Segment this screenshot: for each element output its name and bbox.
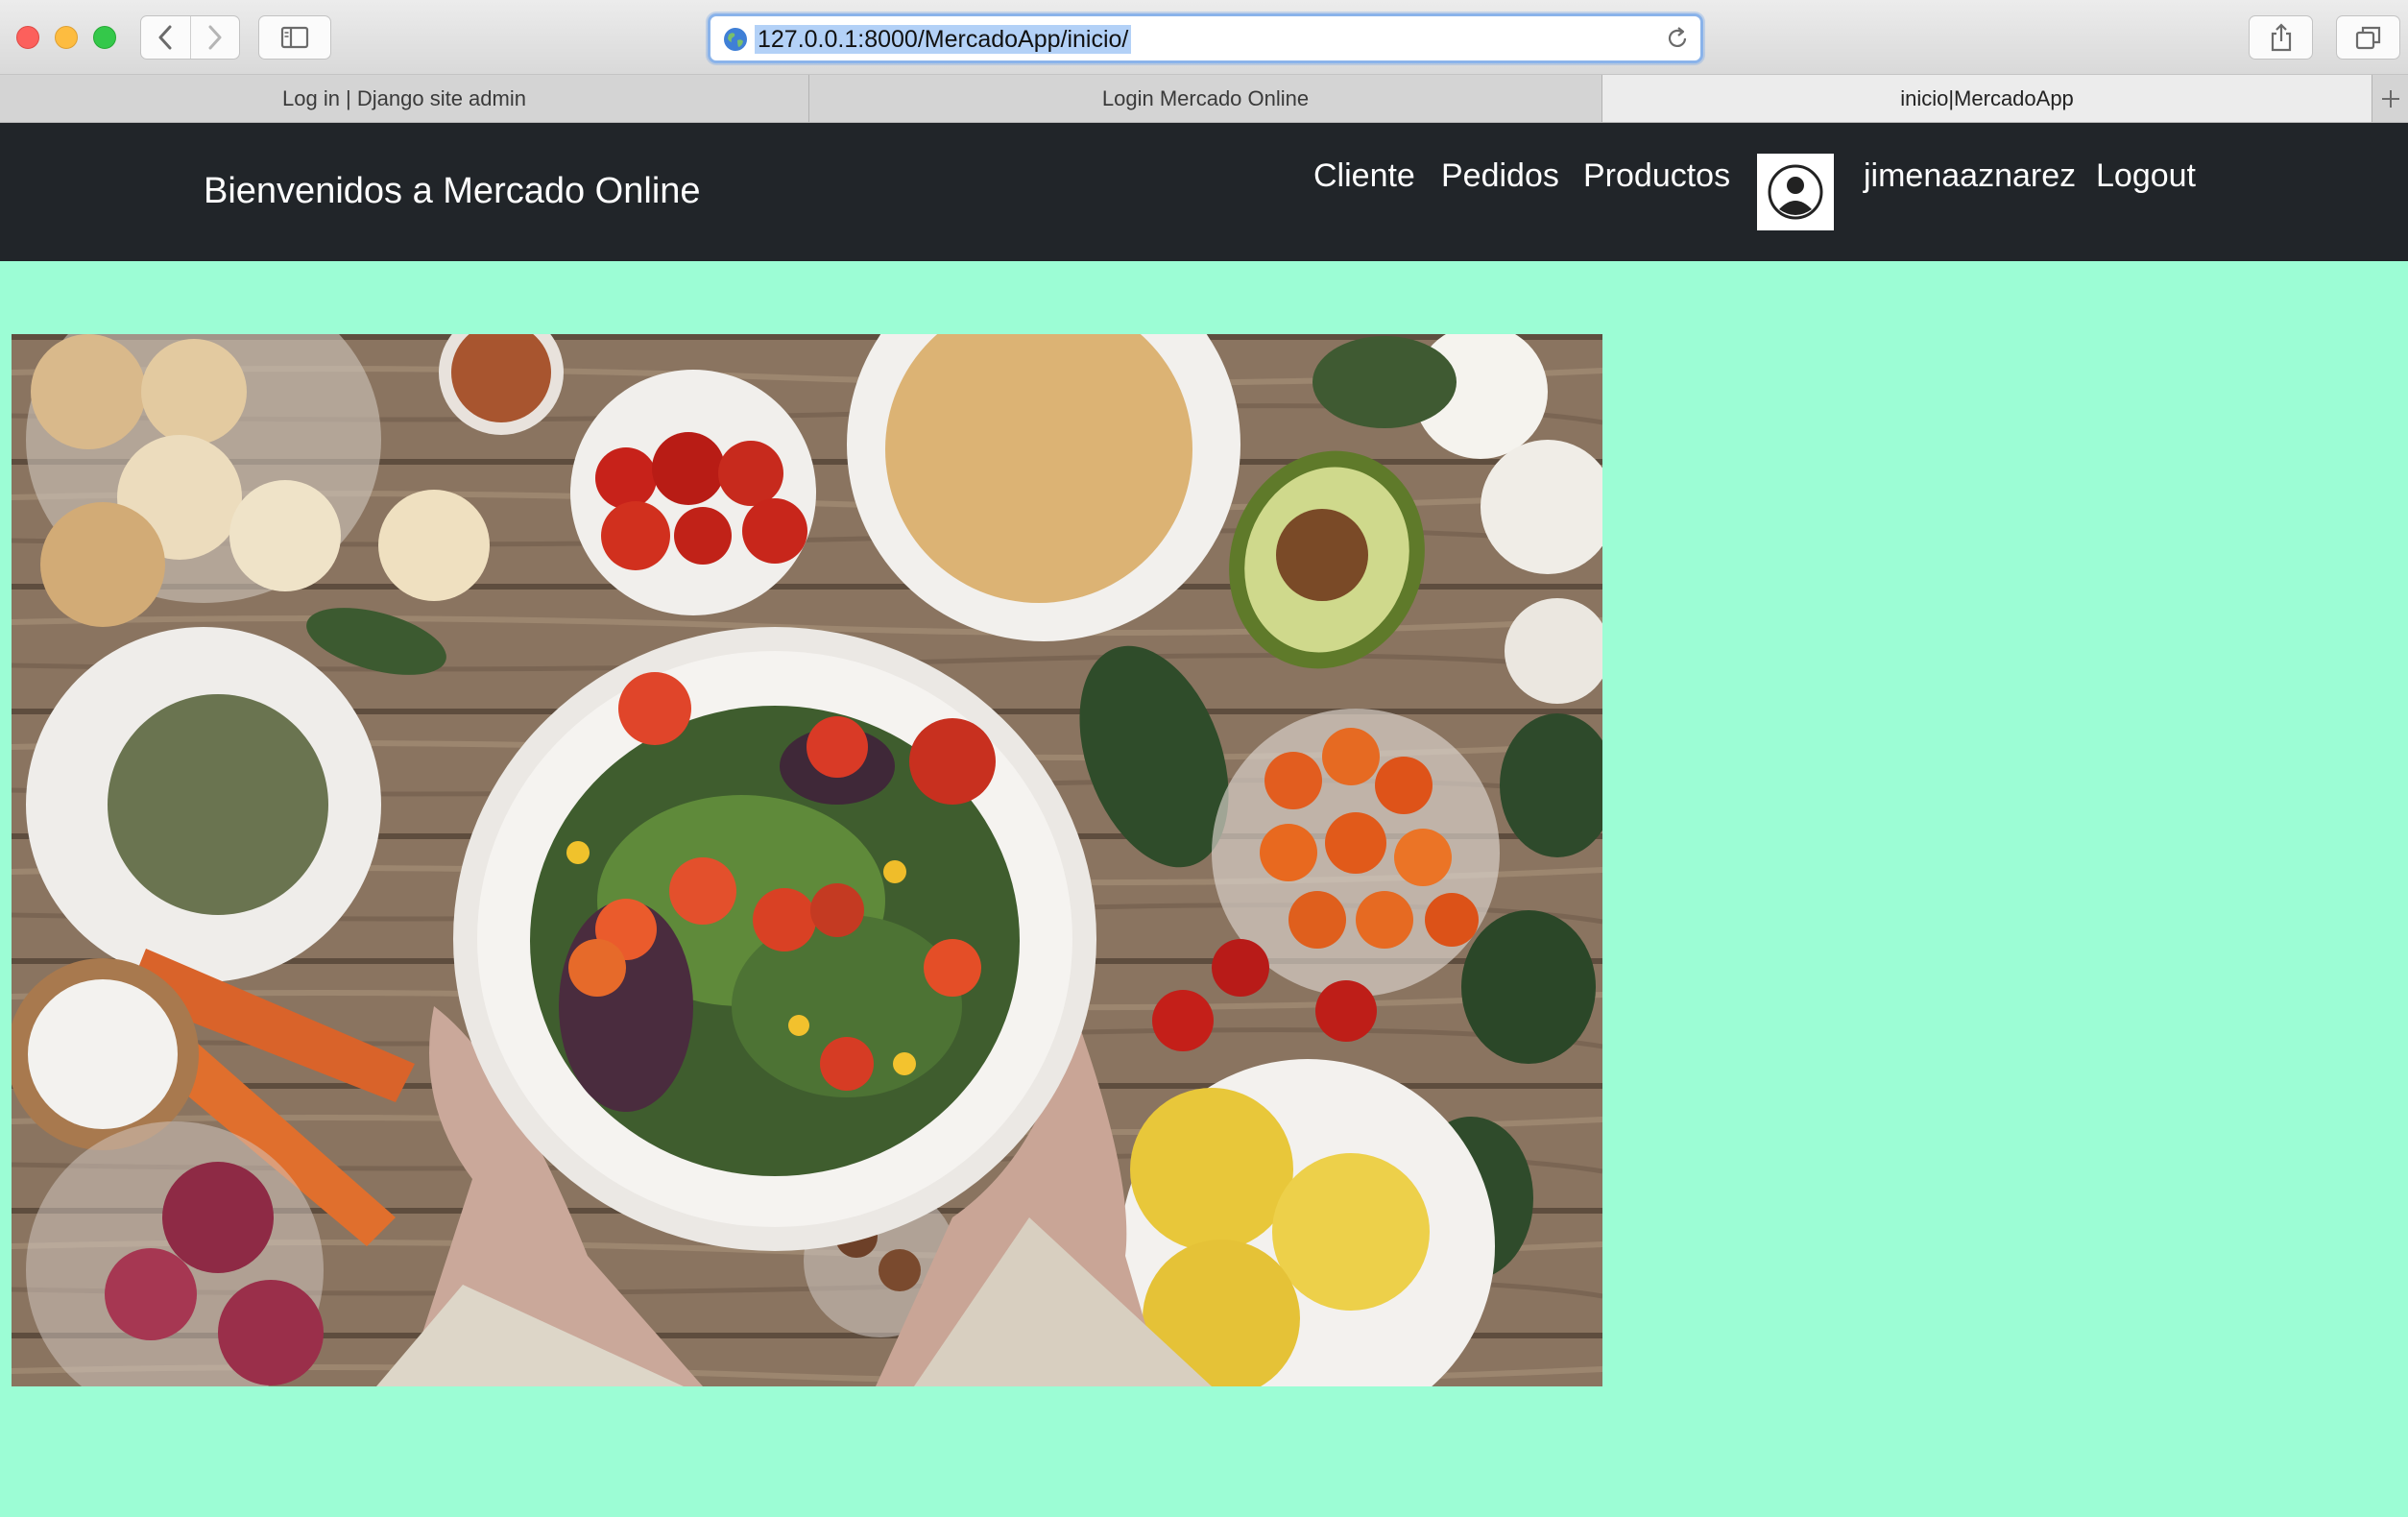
tabs-overview-icon <box>2355 26 2380 50</box>
forward-icon <box>208 25 222 50</box>
tab-login-mercado[interactable]: Login Mercado Online <box>809 75 1602 122</box>
tab-label: Log in | Django site admin <box>282 85 526 110</box>
forward-button[interactable] <box>189 16 240 59</box>
back-icon <box>158 25 172 50</box>
tab-label: inicio|MercadoApp <box>1900 85 2074 110</box>
tab-bar: Log in | Django site admin Login Mercado… <box>0 75 2408 123</box>
user-avatar-icon <box>1768 164 1823 220</box>
url-text[interactable]: 127.0.0.1:8000/MercadoApp/inicio/ <box>755 25 1132 54</box>
globe-icon <box>724 28 747 51</box>
avatar[interactable] <box>1757 154 1834 230</box>
history-nav <box>140 15 240 60</box>
nav-link-productos[interactable]: Productos <box>1583 157 1730 195</box>
minimize-window-button[interactable] <box>55 26 78 49</box>
tab-overview-button[interactable] <box>2336 15 2400 60</box>
tab-django-admin[interactable]: Log in | Django site admin <box>0 75 809 122</box>
nav-link-logout[interactable]: Logout <box>2096 157 2196 195</box>
nav-link-pedidos[interactable]: Pedidos <box>1441 157 1559 195</box>
tab-inicio-active[interactable]: inicio|MercadoApp <box>1602 75 2372 122</box>
site-navbar: Bienvenidos a Mercado Online Cliente Ped… <box>0 123 2408 261</box>
back-button[interactable] <box>141 16 190 59</box>
zoom-window-button[interactable] <box>93 26 116 49</box>
new-tab-icon <box>2381 89 2399 108</box>
nav-link-cliente[interactable]: Cliente <box>1313 157 1415 195</box>
nav-username[interactable]: jimenaaznarez <box>1864 157 2076 195</box>
browser-toolbar: 127.0.0.1:8000/MercadoApp/inicio/ <box>0 0 2408 75</box>
sidebar-toggle-button[interactable] <box>258 15 331 60</box>
share-button[interactable] <box>2249 15 2313 60</box>
new-tab-button[interactable] <box>2372 75 2408 122</box>
salad-photo <box>12 334 1602 1386</box>
tab-label: Login Mercado Online <box>1101 85 1310 110</box>
sidebar-icon <box>280 26 309 49</box>
site-brand[interactable]: Bienvenidos a Mercado Online <box>204 171 701 212</box>
close-window-button[interactable] <box>16 26 39 49</box>
share-icon <box>2271 23 2291 52</box>
address-bar[interactable]: 127.0.0.1:8000/MercadoApp/inicio/ <box>708 13 1703 63</box>
hero-image <box>12 334 1602 1386</box>
reload-icon[interactable] <box>1665 26 1690 51</box>
